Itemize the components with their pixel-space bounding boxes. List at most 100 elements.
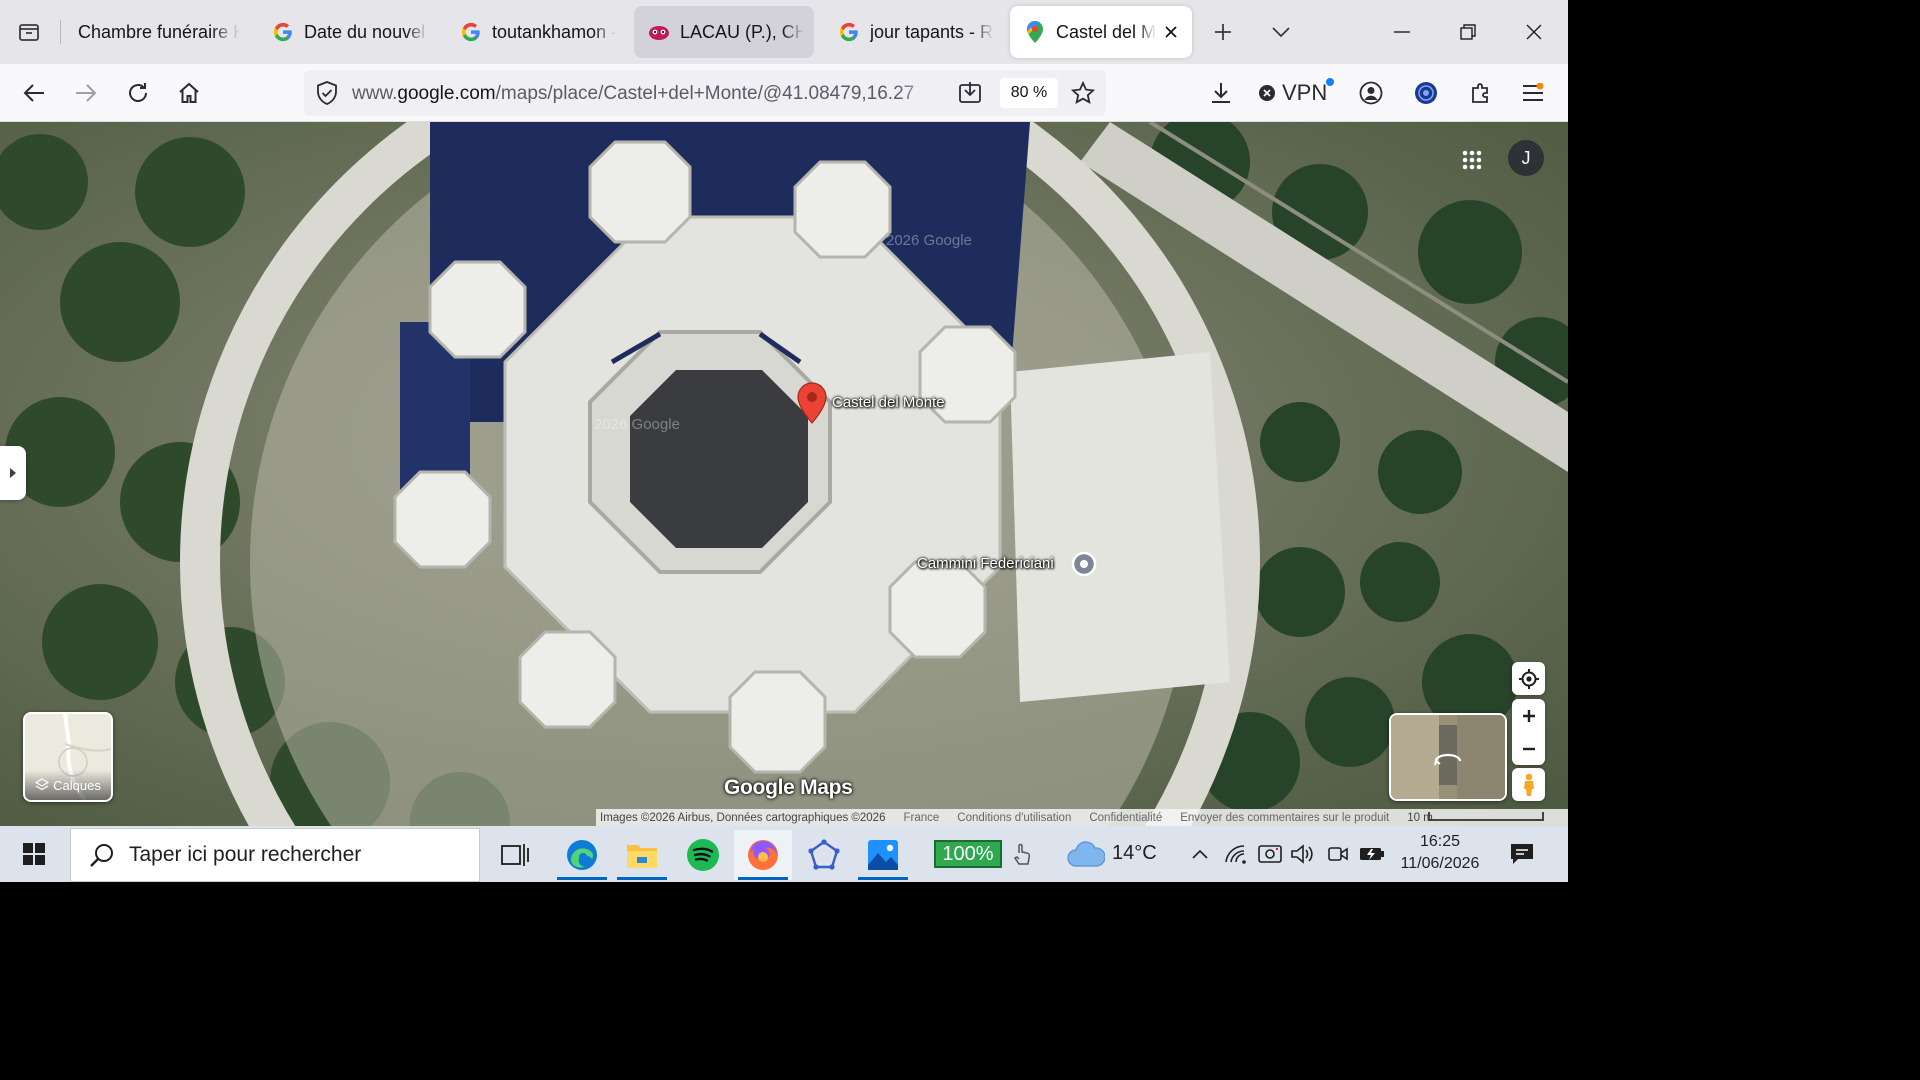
layers-label-row: Calques	[25, 770, 111, 800]
start-button[interactable]	[8, 830, 60, 878]
close-icon	[1526, 24, 1542, 40]
place-marker[interactable]	[797, 382, 827, 429]
weather-widget[interactable]	[1066, 840, 1106, 868]
battery-charging-icon	[1360, 848, 1384, 860]
back-button[interactable]	[13, 72, 55, 114]
address-bar[interactable]: www.google.com/maps/place/Castel+del+Mon…	[304, 70, 1106, 116]
weather-temperature[interactable]: 14°C	[1112, 842, 1157, 865]
new-tab-button[interactable]	[1203, 12, 1243, 52]
firefox-view-button[interactable]	[0, 0, 58, 64]
pegman-icon	[1523, 773, 1534, 796]
expand-side-panel-button[interactable]	[0, 446, 26, 500]
tab-lacau[interactable]: LACAU (P.), CHEV	[634, 6, 814, 58]
taskbar-photos[interactable]	[854, 830, 912, 880]
minus-icon	[1522, 747, 1535, 750]
google-apps-button[interactable]	[1454, 142, 1490, 178]
account-avatar[interactable]: J	[1508, 140, 1544, 176]
notification-center-button[interactable]	[1506, 838, 1538, 870]
tab-toutankhamon[interactable]: toutankhamon -	[446, 6, 626, 58]
tray-volume[interactable]	[1288, 840, 1316, 868]
extensions-button[interactable]	[1460, 72, 1502, 114]
attribution-bar: Images ©2026 Airbus, Données cartographi…	[596, 809, 1568, 826]
privacy-link[interactable]: Confidentialité	[1089, 812, 1162, 824]
street-view-pegman-button[interactable]	[1512, 768, 1545, 801]
taskbar-firefox[interactable]	[734, 830, 792, 880]
poi-marker[interactable]	[1071, 551, 1097, 577]
tab-chambre-funeraire[interactable]: Chambre funéraire K	[64, 6, 250, 58]
poi-label[interactable]: Cammini Federiciani	[917, 555, 1054, 572]
save-page-icon[interactable]	[958, 81, 982, 105]
restore-button[interactable]	[1448, 12, 1488, 52]
zoom-out-button[interactable]	[1522, 732, 1536, 765]
terms-link[interactable]: Conditions d'utilisation	[957, 812, 1071, 824]
system-clock[interactable]: 16:25 11/06/2026	[1392, 831, 1488, 875]
tray-network[interactable]	[1222, 840, 1250, 868]
tab-divider	[60, 20, 61, 44]
layers-icon	[35, 778, 50, 791]
url-text[interactable]: www.google.com/maps/place/Castel+del+Mon…	[352, 83, 944, 105]
firefox-icon	[748, 840, 778, 870]
running-indicator	[617, 877, 667, 880]
feedback-link[interactable]: Envoyer des commentaires sur le produit	[1180, 812, 1389, 824]
star-icon[interactable]	[1071, 81, 1095, 105]
zoom-in-button[interactable]	[1522, 699, 1536, 732]
extension-button[interactable]	[1405, 72, 1447, 114]
tray-touch[interactable]	[1008, 840, 1036, 868]
edge-icon	[567, 840, 597, 870]
reload-button[interactable]	[117, 72, 159, 114]
taskbar-edge[interactable]	[553, 830, 611, 880]
tab-title: Castel del Mo	[1056, 21, 1156, 42]
downloads-button[interactable]	[1200, 72, 1242, 114]
touch-hand-icon	[1013, 843, 1031, 865]
speaker-icon	[1291, 844, 1313, 864]
tab-jour-tapants[interactable]: jour tapants - Re	[824, 6, 1004, 58]
minimize-button[interactable]	[1382, 12, 1422, 52]
layers-button[interactable]: Calques	[23, 712, 113, 802]
arrow-right-icon	[76, 84, 97, 102]
close-tab-button[interactable]	[1160, 21, 1182, 43]
tray-device[interactable]	[1256, 840, 1284, 868]
vpn-button[interactable]: VPN	[1258, 72, 1336, 114]
home-button[interactable]	[168, 72, 210, 114]
restore-icon	[1460, 24, 1476, 40]
forward-button[interactable]	[65, 72, 107, 114]
task-view-button[interactable]	[486, 830, 544, 880]
tray-battery[interactable]	[1358, 840, 1386, 868]
vpn-status-dot	[1326, 78, 1334, 86]
url-prefix: www.	[352, 83, 398, 104]
shield-icon	[317, 81, 337, 105]
notification-icon	[1511, 844, 1533, 864]
tray-camera-mic[interactable]	[1324, 840, 1352, 868]
show-hidden-icons-button[interactable]	[1186, 840, 1214, 868]
clock-date: 11/06/2026	[1400, 855, 1480, 872]
map-watermark: 2026 Google	[594, 416, 680, 433]
puzzle-icon	[1472, 83, 1488, 103]
menu-button[interactable]	[1512, 72, 1554, 114]
home-icon	[179, 82, 199, 103]
map-canvas[interactable]: 2026 Google 2026 Google Castel del Monte…	[0, 122, 1568, 826]
taskbar-app-polygon[interactable]	[795, 830, 853, 880]
google-icon	[460, 21, 482, 43]
satellite-imagery	[0, 122, 1568, 826]
taskbar-file-explorer[interactable]	[613, 830, 671, 880]
navigation-toolbar: www.google.com/maps/place/Castel+del+Mon…	[0, 64, 1568, 122]
taskbar-search-box[interactable]: Taper ici pour rechercher	[70, 828, 480, 882]
zoom-reset-button[interactable]: 80 %	[1000, 78, 1058, 108]
url-domain: google.com	[397, 83, 496, 104]
battery-percent-badge[interactable]: 100%	[934, 840, 1002, 868]
account-icon	[1359, 81, 1383, 105]
tab-date-nouvel[interactable]: Date du nouvel e	[258, 6, 438, 58]
cloud-icon	[1067, 841, 1105, 867]
list-all-tabs-button[interactable]	[1261, 12, 1301, 52]
place-label[interactable]: Castel del Monte	[832, 394, 945, 411]
download-icon	[1212, 83, 1230, 103]
account-button[interactable]	[1350, 72, 1392, 114]
close-window-button[interactable]	[1514, 12, 1554, 52]
region-link[interactable]: France	[903, 812, 939, 824]
scale-bar[interactable]	[1428, 812, 1544, 821]
taskbar-spotify[interactable]	[674, 830, 732, 880]
my-location-button[interactable]	[1512, 662, 1545, 695]
tab-castel-del-monte[interactable]: Castel del Mo	[1010, 6, 1192, 58]
polygon-app-icon	[808, 839, 840, 870]
street-view-thumbnail[interactable]	[1389, 713, 1507, 801]
